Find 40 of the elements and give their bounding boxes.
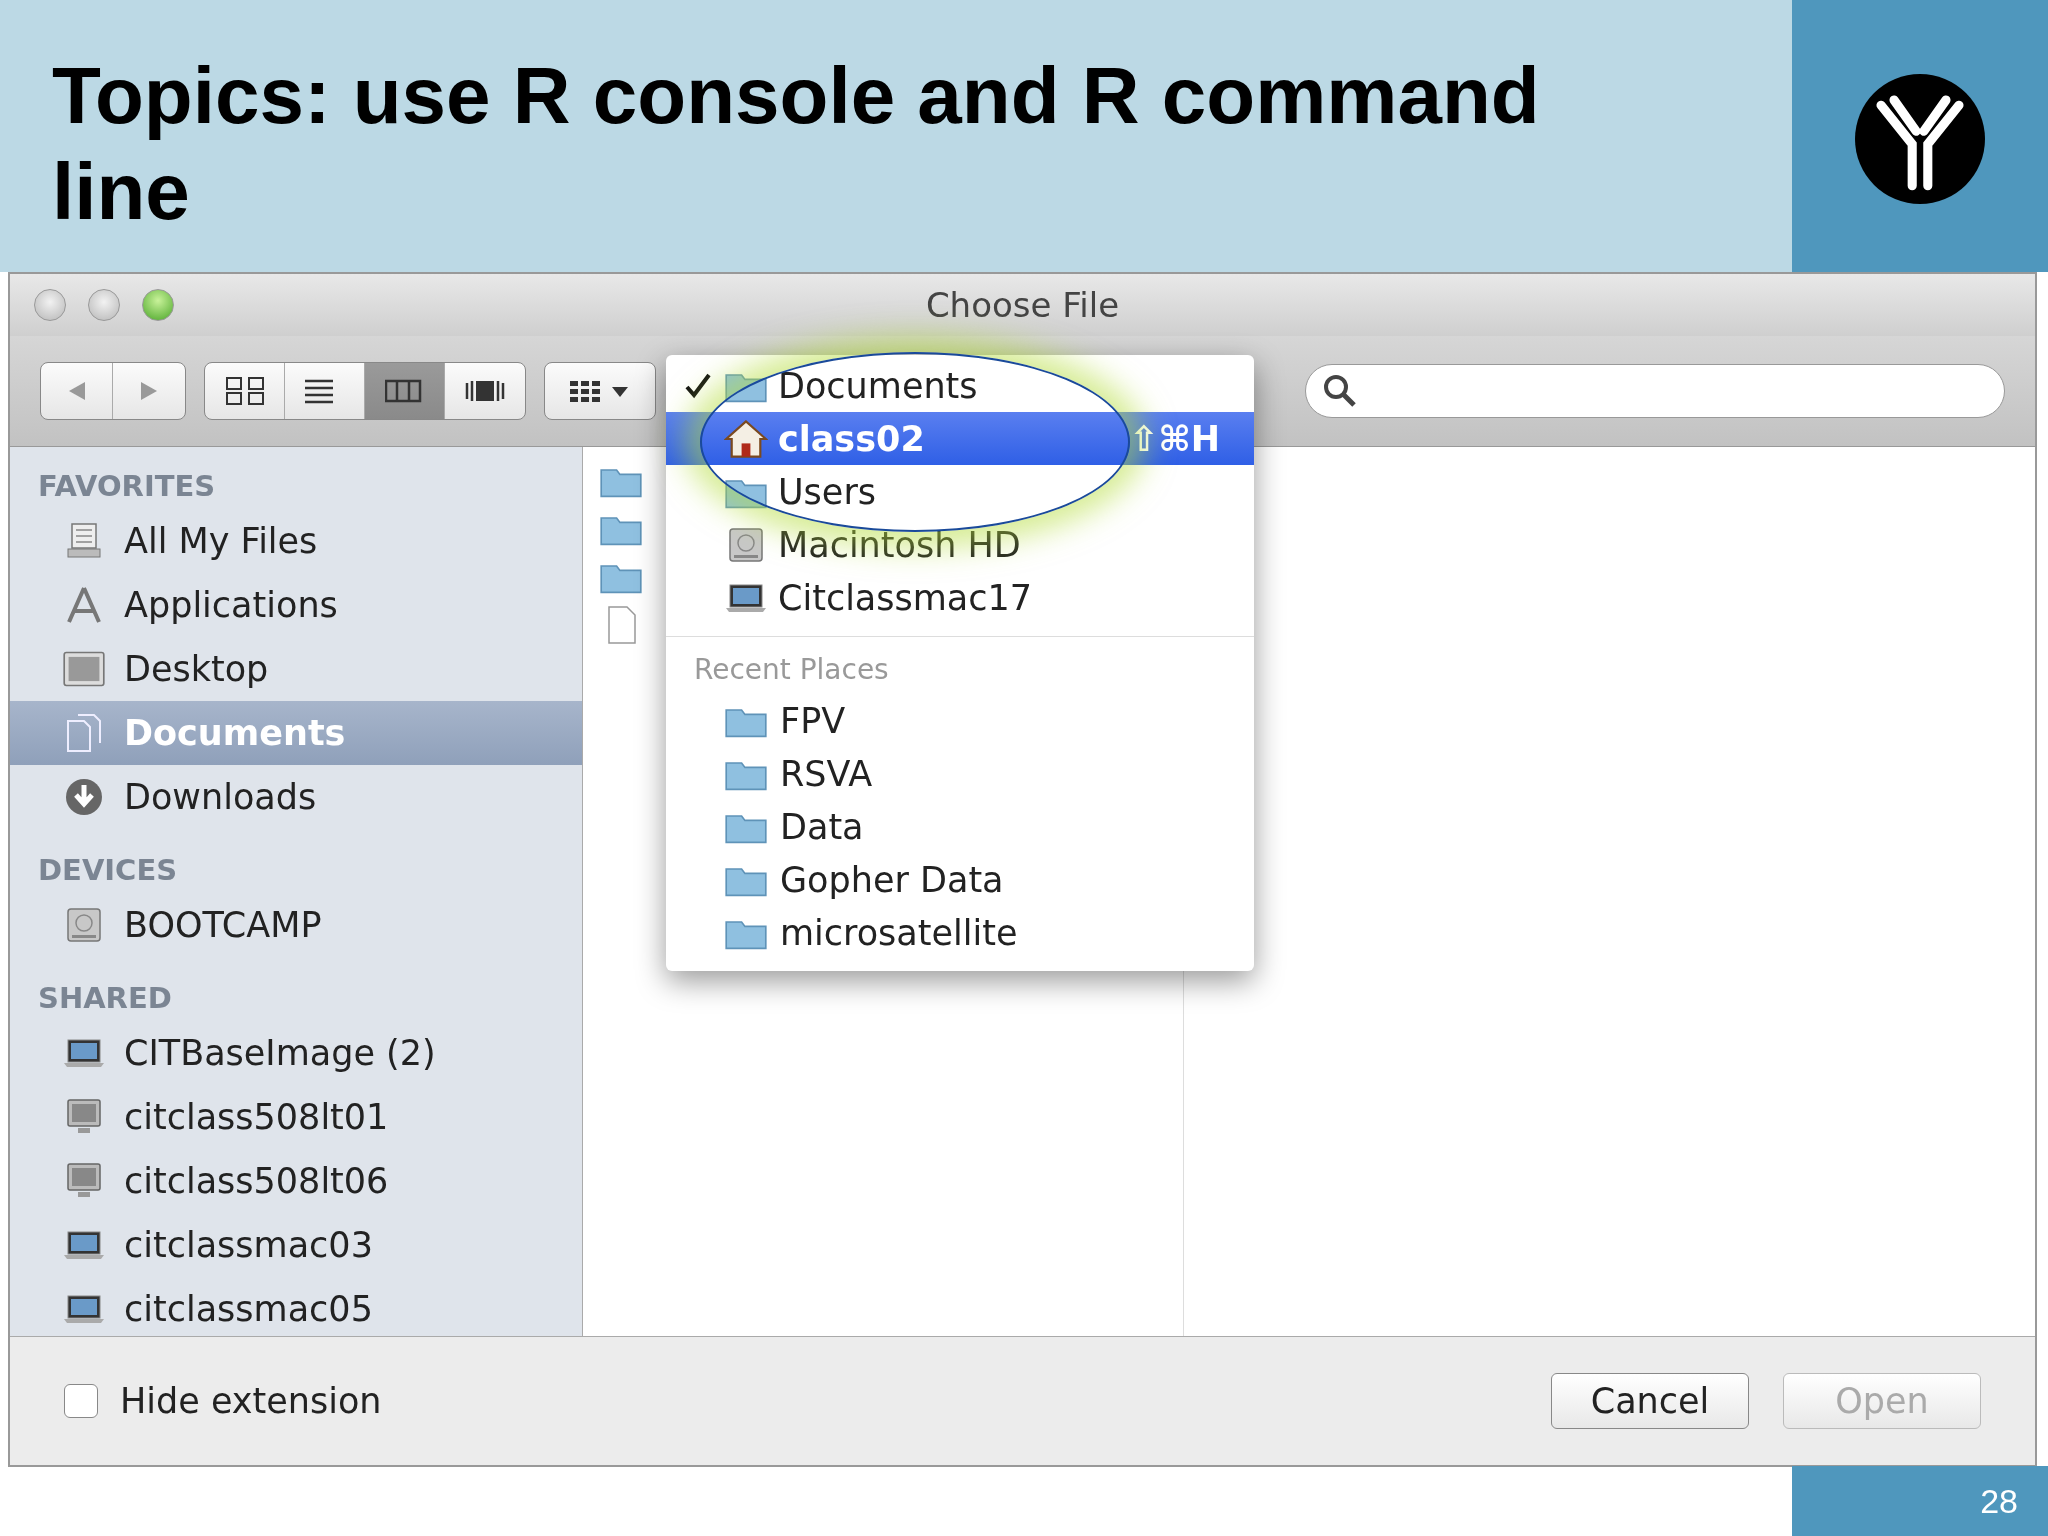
desktop-icon	[62, 649, 106, 689]
sidebar-item[interactable]: citclass508lt01	[10, 1085, 582, 1149]
menu-item[interactable]: microsatellite	[666, 906, 1254, 959]
menu-item[interactable]: Macintosh HD	[666, 518, 1254, 571]
search-icon	[1322, 373, 1358, 409]
sidebar-heading: FAVORITES	[37, 468, 217, 505]
window-title: Choose File	[925, 285, 1120, 325]
sidebar-item[interactable]: Desktop	[10, 637, 582, 701]
sidebar-heading: DEVICES	[37, 852, 179, 889]
menu-item[interactable]: Gopher Data	[666, 853, 1254, 906]
sidebar-item[interactable]: All My Files	[10, 509, 582, 573]
sidebar-item[interactable]: citclassmac05	[10, 1277, 582, 1336]
antibody-logo-icon	[1855, 74, 1985, 204]
menu-item[interactable]: class02 ⇧⌘H	[666, 412, 1254, 465]
dialog-button[interactable]: Cancel	[1551, 1373, 1749, 1429]
grid-icon	[224, 377, 265, 405]
menu-item[interactable]: RSVA	[666, 747, 1254, 800]
zoom-button[interactable]	[142, 289, 174, 321]
menu-item[interactable]: Citclassmac17	[666, 571, 1254, 624]
sidebar-item[interactable]: Applications	[10, 573, 582, 637]
menu-heading: Recent Places	[693, 652, 890, 688]
menu-item[interactable]: Users	[666, 465, 1254, 518]
sidebar-item[interactable]: citclassmac03	[10, 1213, 582, 1277]
checkbox-label: Hide extension	[120, 1381, 382, 1421]
sidebar-item[interactable]: CITBaseImage (2)	[10, 1021, 582, 1085]
close-button[interactable]	[34, 289, 66, 321]
sidebar-item[interactable]: Downloads	[10, 765, 582, 829]
search-field[interactable]	[1305, 364, 2005, 418]
sidebar-heading: SHARED	[37, 980, 173, 1017]
shortcut-label: ⇧⌘H	[1128, 418, 1221, 459]
house-icon	[724, 418, 768, 459]
checkbox[interactable]	[64, 1384, 98, 1418]
page-number: 28	[1792, 1466, 2048, 1536]
menu-item[interactable]: Data	[666, 800, 1254, 853]
menu-item[interactable]: Documents	[666, 359, 1254, 412]
sidebar-item[interactable]: citclass508lt06	[10, 1149, 582, 1213]
slide-title: Topics: use R console and R command line	[52, 50, 1541, 238]
menu-item[interactable]: FPV	[666, 694, 1254, 747]
minimize-button[interactable]	[88, 289, 120, 321]
sidebar-item[interactable]: BOOTCAMP	[10, 893, 582, 957]
